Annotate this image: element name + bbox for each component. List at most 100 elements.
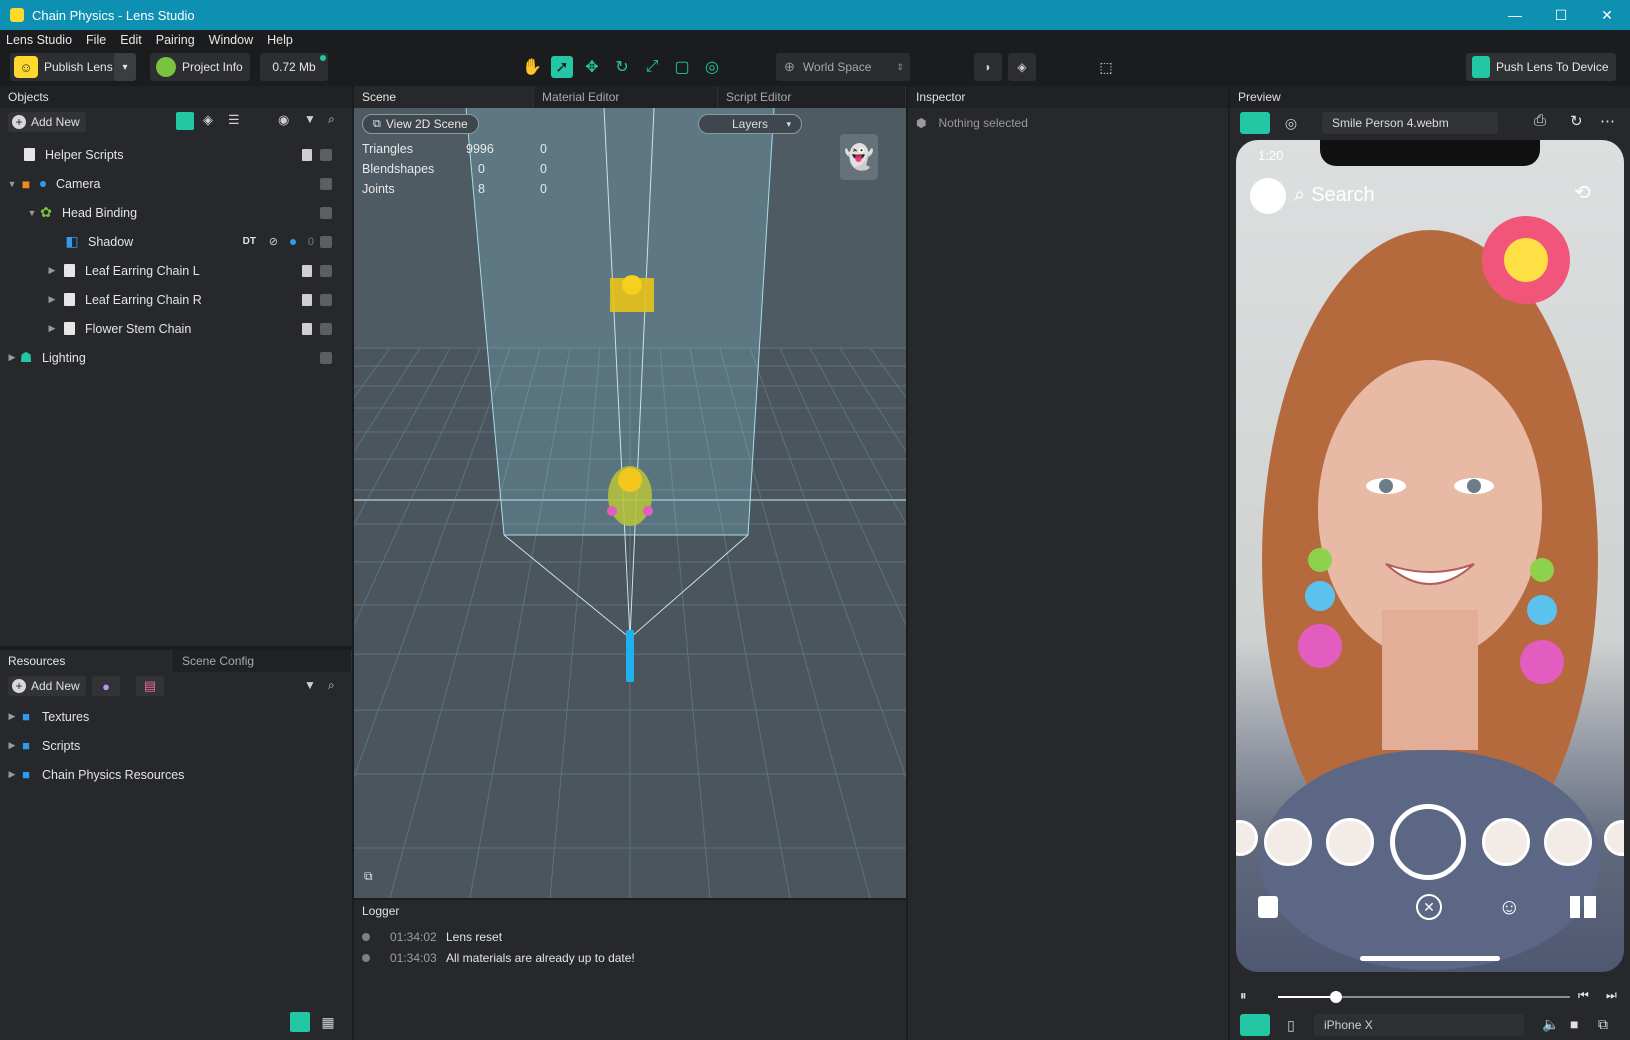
layers-dropdown[interactable]: Layers ▾ [698,114,802,134]
tree-item-shadow[interactable]: ◧ Shadow DT ⊘ 0 [0,227,352,256]
enable-checkbox[interactable] [320,177,332,190]
viewport-options-icon[interactable]: ⧉ [364,869,373,884]
expand-arrow-icon[interactable]: ▶ [6,740,18,751]
webcam-icon[interactable]: ◎ [1276,112,1306,134]
enable-checkbox[interactable] [320,293,332,306]
search-icon[interactable]: ⌕ [328,678,335,693]
flip-camera-icon[interactable]: ⟲ [1574,180,1591,205]
expand-arrow-icon[interactable]: ▶ [6,352,18,363]
materials-icon[interactable]: ● [92,676,120,696]
scene-viewport[interactable]: ⧉ View 2D Scene Layers ▾ 👻 Triangles 9996 … [354,108,906,898]
menu-pairing[interactable]: Pairing [156,33,195,47]
project-info-button[interactable]: Project Info [150,53,250,81]
enable-checkbox[interactable] [320,264,332,277]
filter-icon[interactable]: ▼ [304,112,316,126]
view-2d-scene-button[interactable]: ⧉ View 2D Scene [362,114,479,134]
asset-library-icon[interactable]: ▤ [136,676,164,696]
lens-carousel-item[interactable] [1264,818,1312,866]
lens-carousel-item[interactable] [1326,818,1374,866]
capture-button[interactable] [1390,804,1466,880]
lens-explorer-icon[interactable]: ☺ [1498,894,1520,920]
menu-lens-studio[interactable]: Lens Studio [6,33,72,47]
resource-folder-scripts[interactable]: ▶ ■ Scripts [0,731,352,760]
discover-icon[interactable] [1570,896,1596,918]
snap-camera-button[interactable]: ◗ [974,53,1002,81]
pointer-tool-button[interactable]: ⬚ [1092,53,1120,81]
tree-item-helper-scripts[interactable]: Helper Scripts [0,140,352,169]
tree-item-leaf-earring-chain-r[interactable]: ▶ Leaf Earring Chain R [0,285,352,314]
expand-arrow-icon[interactable]: ▶ [46,294,58,305]
pause-icon[interactable]: ⏸ [1240,988,1247,1004]
rect-tool-icon[interactable]: ▢ [671,56,693,78]
expand-arrow-icon[interactable]: ▶ [46,323,58,334]
volume-icon[interactable]: 🔈 [1542,1016,1559,1033]
filter-icon[interactable]: ▼ [304,678,316,692]
skip-back-icon[interactable]: ⏮ [1578,988,1589,1003]
tree-item-leaf-earring-chain-l[interactable]: ▶ Leaf Earring Chain L [0,256,352,285]
bitmoji-avatar[interactable] [1250,178,1286,214]
menu-help[interactable]: Help [267,33,293,47]
rotate-tool-icon[interactable]: ↻ [611,56,633,78]
skip-forward-icon[interactable]: ⏭ [1606,988,1617,1003]
tab-script-editor[interactable]: Script Editor [718,86,906,108]
publish-dropdown-button[interactable]: ▾ [114,53,136,81]
maximize-button[interactable]: ☐ [1538,0,1584,30]
push-lens-button[interactable]: Push Lens To Device [1466,53,1616,81]
device-select[interactable]: iPhone X [1314,1014,1524,1036]
close-lens-icon[interactable]: ✕ [1416,894,1442,920]
snap-multi-button[interactable]: ◈ [1008,53,1036,81]
select-tool-icon[interactable]: ➚ [551,56,573,78]
enable-checkbox[interactable] [320,322,332,335]
enable-checkbox[interactable] [320,206,332,219]
phone-preview[interactable]: 1:20 ⌕ Search ⟲ ✕ ☺ [1236,140,1624,972]
focus-tool-icon[interactable]: ◎ [701,56,723,78]
screenshot-icon[interactable]: ⎙ [1534,112,1546,129]
hierarchy-icon[interactable]: ☰ [228,112,240,128]
expand-arrow-icon[interactable]: ▼ [26,208,38,218]
tree-item-lighting[interactable]: ▶ ☗ Lighting [0,343,352,372]
list-view-icon[interactable] [290,1012,310,1032]
enable-checkbox[interactable] [320,235,332,248]
preview-mode-icon[interactable] [1240,112,1270,134]
eye-icon[interactable]: ◉ [278,112,289,128]
enable-checkbox[interactable] [320,148,332,161]
lens-carousel-item[interactable] [1544,818,1592,866]
memories-icon[interactable] [1258,896,1278,918]
preview-media-select[interactable]: Smile Person 4.webm [1322,112,1498,134]
layers-icon[interactable]: ◈ [203,112,213,128]
menu-edit[interactable]: Edit [120,33,142,47]
minimize-button[interactable]: — [1492,0,1538,30]
device-landscape-icon[interactable]: ▯ [1276,1014,1306,1036]
resource-folder-textures[interactable]: ▶ ■ Textures [0,702,352,731]
lens-carousel-item[interactable] [1482,818,1530,866]
crop-icon[interactable]: ⧉ [1598,1016,1608,1033]
scale-tool-icon[interactable]: ⤢ [641,56,663,78]
close-button[interactable]: ✕ [1584,0,1630,30]
tab-scene[interactable]: Scene [354,86,534,108]
add-resource-button[interactable]: + Add New [8,676,86,696]
expand-arrow-icon[interactable]: ▶ [46,265,58,276]
publish-lens-button[interactable]: ☺ Publish Lens [10,53,130,81]
tab-scene-config[interactable]: Scene Config [172,650,352,672]
snapchat-ghost-icon[interactable]: 👻 [840,134,878,180]
search-icon[interactable]: ⌕ [328,112,335,127]
expand-arrow-icon[interactable]: ▶ [6,711,18,722]
hand-tool-icon[interactable]: ✋ [521,56,543,78]
playback-track[interactable] [1278,991,1570,1003]
expand-arrow-icon[interactable]: ▼ [6,179,18,189]
resource-folder-chain-physics[interactable]: ▶ ■ Chain Physics Resources [0,760,352,789]
snap-search-bar[interactable]: ⌕ Search [1294,184,1375,207]
tree-item-head-binding[interactable]: ▼ ✿ Head Binding [0,198,352,227]
device-portrait-icon[interactable] [1240,1014,1270,1036]
playback-knob[interactable] [1330,991,1343,1003]
grid-view-icon[interactable]: ▦ [318,1012,338,1032]
add-object-button[interactable]: + Add New [8,112,86,132]
expand-arrow-icon[interactable]: ▶ [6,769,18,780]
enable-checkbox[interactable] [320,351,332,364]
move-tool-icon[interactable]: ✥ [581,56,603,78]
menu-file[interactable]: File [86,33,106,47]
tree-item-flower-stem-chain[interactable]: ▶ Flower Stem Chain [0,314,352,343]
reset-icon[interactable]: ↻ [1570,112,1583,130]
space-selector[interactable]: ⊕ World Space ⇕ [776,53,910,81]
more-options-icon[interactable]: ⋯ [1600,112,1615,130]
